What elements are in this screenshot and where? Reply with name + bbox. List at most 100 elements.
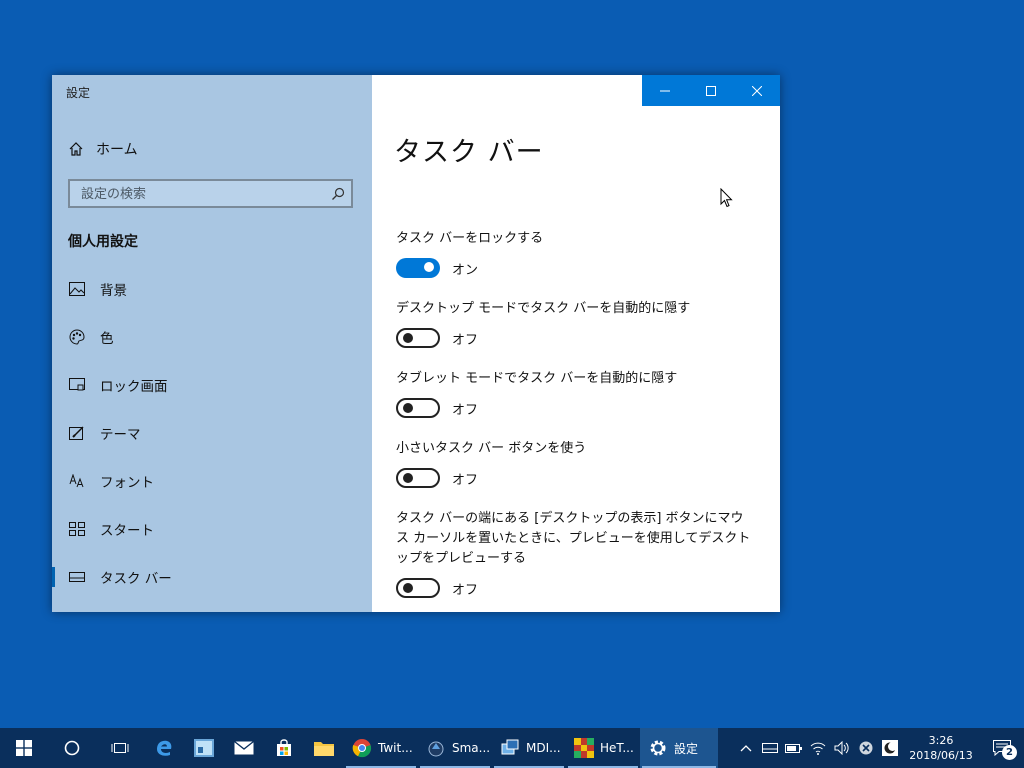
- toggle-state: オフ: [452, 472, 479, 488]
- small-buttons-toggle[interactable]: [396, 468, 440, 488]
- action-center-button[interactable]: 2: [980, 728, 1024, 768]
- store-icon: [277, 739, 291, 756]
- tray-app-button[interactable]: [878, 728, 902, 768]
- app-icon: [501, 739, 519, 755]
- taskbar-app-settings[interactable]: 設定: [640, 728, 718, 768]
- cortana-icon: [64, 740, 80, 756]
- toggle-state: オフ: [452, 582, 479, 598]
- speaker-icon: [834, 741, 849, 755]
- search-box[interactable]: [68, 179, 353, 208]
- mail-button[interactable]: [224, 728, 264, 768]
- sidebar-item-start[interactable]: スタート: [52, 505, 372, 553]
- setting-label: デスクトップ モードでタスク バーを自動的に隠す: [396, 301, 691, 316]
- pinned-app-button[interactable]: [184, 728, 224, 768]
- clock-date: 2018/06/13: [909, 749, 973, 762]
- setting-autohide-desktop: デスクトップ モードでタスク バーを自動的に隠す オフ: [396, 299, 756, 348]
- theme-icon: [68, 424, 86, 442]
- toggle-state: オン: [452, 262, 479, 278]
- gear-icon: [650, 740, 666, 756]
- taskbar-app-label: HeT...: [600, 741, 634, 755]
- sidebar-item-lock-screen[interactable]: ロック画面: [52, 361, 372, 409]
- font-icon: [68, 472, 86, 490]
- circle-x-icon: [859, 741, 873, 755]
- start-button[interactable]: [0, 728, 48, 768]
- close-button[interactable]: [734, 75, 780, 106]
- app-icon: [574, 738, 594, 758]
- setting-lock-taskbar: タスク バーをロックする オン: [396, 229, 756, 278]
- taskbar-app-sma[interactable]: Sma...: [418, 728, 492, 768]
- taskbar-icon: [68, 568, 86, 586]
- show-hidden-icons-button[interactable]: [734, 728, 758, 768]
- setting-peek-preview: タスク バーの端にある [デスクトップの表示] ボタンにマウス カーソルを置いた…: [396, 509, 756, 598]
- volume-button[interactable]: [830, 728, 854, 768]
- autohide-tablet-toggle[interactable]: [396, 398, 440, 418]
- photos-app-icon: [194, 739, 214, 757]
- tray-display-button[interactable]: [758, 728, 782, 768]
- maximize-button[interactable]: [688, 75, 734, 106]
- setting-small-buttons: 小さいタスク バー ボタンを使う オフ: [396, 439, 756, 488]
- clock[interactable]: 3:26 2018/06/13: [902, 733, 980, 763]
- picture-icon: [68, 280, 86, 298]
- battery-button[interactable]: [782, 728, 806, 768]
- wifi-icon: [810, 742, 826, 755]
- content-pane: タスク バー タスク バーをロックする オン デスクトップ モードでタスク バー…: [372, 75, 780, 612]
- setting-label: 小さいタスク バー ボタンを使う: [396, 441, 587, 456]
- settings-window: 設定 ホーム 個人用設定 背景: [52, 75, 780, 612]
- sidebar-item-theme[interactable]: テーマ: [52, 409, 372, 457]
- sidebar-item-label: ロック画面: [100, 379, 168, 395]
- file-explorer-button[interactable]: [304, 728, 344, 768]
- sidebar-item-color[interactable]: 色: [52, 313, 372, 361]
- taskbar-app-het[interactable]: HeT...: [566, 728, 640, 768]
- taskbar-app-mdi[interactable]: MDI...: [492, 728, 566, 768]
- minimize-button[interactable]: [642, 75, 688, 106]
- setting-autohide-tablet: タブレット モードでタスク バーを自動的に隠す オフ: [396, 369, 756, 418]
- sidebar-item-label: タスク バー: [100, 571, 172, 587]
- setting-label: タスク バーの端にある [デスクトップの表示] ボタンにマウス カーソルを置いた…: [396, 511, 751, 566]
- lock-taskbar-toggle[interactable]: [396, 258, 440, 278]
- store-button[interactable]: [264, 728, 304, 768]
- maximize-icon: [706, 85, 716, 96]
- sidebar-item-label: テーマ: [100, 427, 141, 443]
- start-icon: [68, 520, 86, 538]
- tray-close-button[interactable]: [854, 728, 878, 768]
- sidebar-nav: 背景 色 ロック画面 テーマ フォント スタート タスク バー: [52, 265, 372, 601]
- page-title: タスク バー: [394, 137, 544, 168]
- autohide-desktop-toggle[interactable]: [396, 328, 440, 348]
- sidebar-item-taskbar[interactable]: タスク バー: [52, 553, 372, 601]
- toggle-state: オフ: [452, 402, 479, 418]
- taskbar-app-label: 設定: [674, 741, 699, 756]
- edge-button[interactable]: [144, 728, 184, 768]
- system-tray: 3:26 2018/06/13 2: [734, 728, 1024, 768]
- taskbar-app-label: Sma...: [452, 741, 491, 755]
- taskbar: Twit... Sma... MDI... HeT... 設定 3:26 201…: [0, 728, 1024, 768]
- home-link[interactable]: ホーム: [68, 137, 138, 161]
- task-view-button[interactable]: [96, 728, 144, 768]
- mouse-cursor-icon: [720, 188, 733, 208]
- minimize-icon: [660, 90, 670, 91]
- chevron-up-icon: [740, 745, 752, 752]
- network-button[interactable]: [806, 728, 830, 768]
- section-title: 個人用設定: [68, 234, 138, 250]
- toggle-state: オフ: [452, 332, 479, 348]
- sidebar-item-background[interactable]: 背景: [52, 265, 372, 313]
- display-icon: [762, 743, 778, 753]
- sidebar-item-label: スタート: [100, 523, 154, 539]
- clock-time: 3:26: [928, 734, 954, 747]
- notification-badge: 2: [1002, 745, 1017, 760]
- mail-icon: [234, 741, 254, 755]
- chrome-icon: [352, 739, 372, 758]
- taskbar-app-chrome[interactable]: Twit...: [344, 728, 418, 768]
- search-input[interactable]: [70, 181, 333, 208]
- windows-logo-icon: [16, 740, 32, 756]
- close-icon: [752, 85, 762, 96]
- battery-icon: [785, 744, 802, 753]
- setting-label: タスク バーをロックする: [396, 231, 544, 246]
- search-icon[interactable]: [331, 187, 345, 201]
- moon-icon: [882, 740, 898, 756]
- app-icon: [428, 741, 444, 757]
- window-title: 設定: [66, 86, 91, 100]
- home-icon: [69, 142, 83, 156]
- peek-preview-toggle[interactable]: [396, 578, 440, 598]
- sidebar-item-font[interactable]: フォント: [52, 457, 372, 505]
- cortana-button[interactable]: [48, 728, 96, 768]
